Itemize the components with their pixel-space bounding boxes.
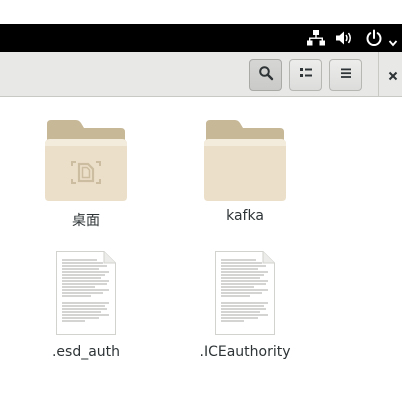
close-window-button[interactable] xyxy=(383,64,402,86)
file-name-label: .ICEauthority xyxy=(199,344,291,360)
volume-icon[interactable] xyxy=(334,28,354,48)
search-button[interactable] xyxy=(249,59,282,91)
menu-button[interactable] xyxy=(329,59,362,91)
system-top-bar xyxy=(0,24,402,52)
window-top-strip xyxy=(0,0,402,24)
search-icon xyxy=(258,65,274,85)
network-icon[interactable] xyxy=(306,28,326,48)
chevron-down-icon[interactable] xyxy=(388,33,398,47)
folder-icon xyxy=(202,115,288,209)
file-name-label: 桌面 xyxy=(72,213,100,229)
header-separator xyxy=(378,52,379,97)
file-item-kafka[interactable]: kafka xyxy=(190,112,300,237)
power-icon[interactable] xyxy=(364,28,384,48)
folder-desktop-icon xyxy=(43,115,129,209)
file-name-label: kafka xyxy=(226,208,264,224)
view-toggle-button[interactable] xyxy=(289,59,322,91)
hamburger-menu-icon xyxy=(338,65,354,85)
files-header-bar xyxy=(0,52,402,97)
list-view-icon xyxy=(298,65,314,85)
close-icon xyxy=(388,66,398,85)
text-document-icon xyxy=(214,250,276,340)
text-document-icon xyxy=(55,250,117,340)
file-item-desktop[interactable]: 桌面 xyxy=(31,112,141,237)
file-name-label: .esd_auth xyxy=(51,344,121,360)
file-item-esd-auth[interactable]: .esd_auth xyxy=(31,248,141,368)
file-item-iceauthority[interactable]: .ICEauthority xyxy=(190,248,300,368)
